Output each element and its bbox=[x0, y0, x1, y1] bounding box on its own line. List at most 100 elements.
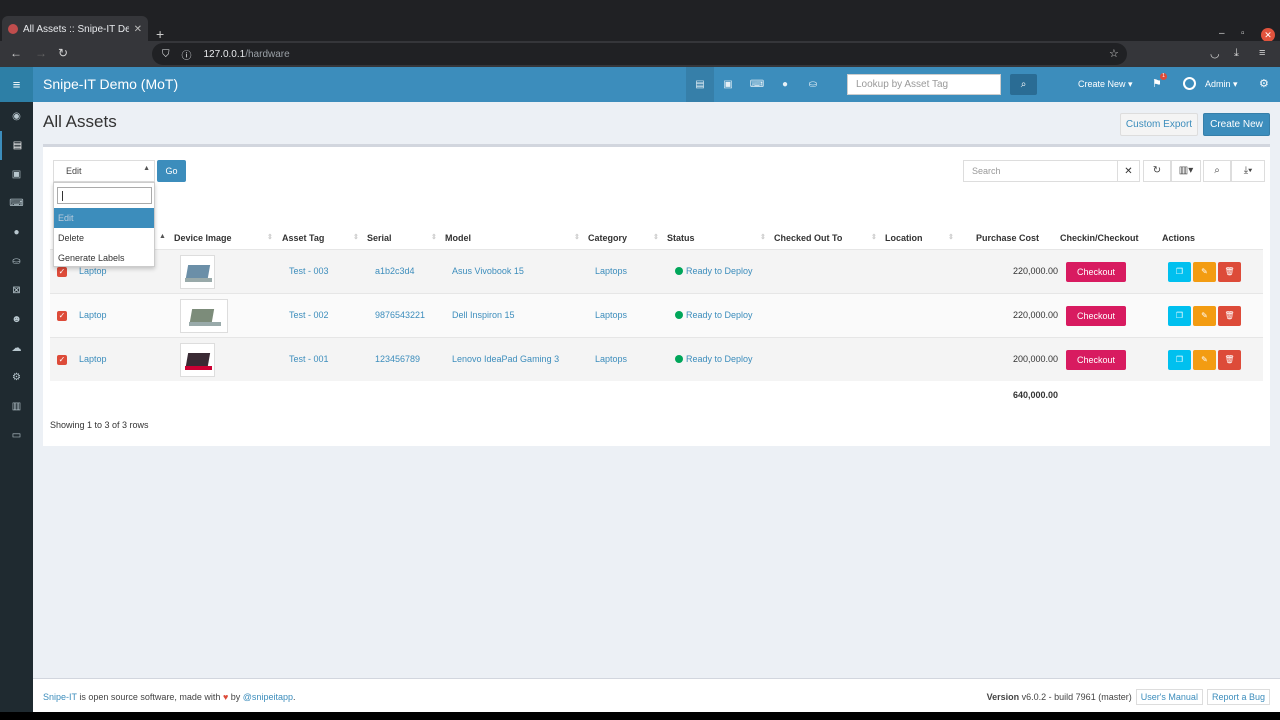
back-icon[interactable]: ← bbox=[10, 46, 22, 60]
accessories-icon[interactable]: ⌨ bbox=[0, 189, 33, 218]
edit-pencil-icon[interactable]: ✎ bbox=[1193, 350, 1216, 370]
window-close-icon[interactable]: ✕ bbox=[1261, 28, 1275, 42]
export-download-icon[interactable]: ⤓▾ bbox=[1231, 160, 1265, 182]
snipeit-link[interactable]: Snipe-IT bbox=[43, 692, 77, 702]
col-location[interactable]: Location bbox=[885, 233, 923, 243]
device-image[interactable] bbox=[180, 343, 215, 377]
sort-asc-icon[interactable]: ▲ bbox=[159, 233, 166, 240]
clone-icon[interactable]: ❐ bbox=[1168, 306, 1191, 326]
admin-settings-icon[interactable]: ⚙ bbox=[1259, 77, 1269, 90]
col-model[interactable]: Model bbox=[445, 233, 471, 243]
sort-icon[interactable]: ⇕ bbox=[653, 233, 659, 241]
dropdown-option-edit[interactable]: Edit bbox=[54, 208, 154, 228]
users-manual-link[interactable]: User's Manual bbox=[1135, 689, 1203, 705]
col-status[interactable]: Status bbox=[667, 233, 695, 243]
nav-accessories-icon[interactable]: ⌨ bbox=[743, 67, 771, 102]
serial-link[interactable]: 123456789 bbox=[375, 354, 420, 364]
sort-icon[interactable]: ⇕ bbox=[574, 233, 580, 241]
import-icon[interactable]: ☁ bbox=[0, 334, 33, 363]
category-link[interactable]: Laptops bbox=[595, 310, 627, 320]
create-new-button[interactable]: Create New bbox=[1203, 113, 1270, 136]
columns-toggle-icon[interactable]: ▥▾ bbox=[1171, 160, 1201, 182]
col-asset-tag[interactable]: Asset Tag bbox=[282, 233, 324, 243]
model-link[interactable]: Lenovo IdeaPad Gaming 3 bbox=[452, 354, 559, 364]
lookup-search-button[interactable]: ⌕ bbox=[1010, 74, 1037, 95]
col-checked-out-to[interactable]: Checked Out To bbox=[774, 233, 842, 243]
page-info-icon[interactable]: ⓘ bbox=[182, 47, 192, 62]
advanced-search-icon[interactable]: ⌕ bbox=[1203, 160, 1231, 182]
kits-icon[interactable]: ⊠ bbox=[0, 276, 33, 305]
row-checkbox[interactable]: ✓ bbox=[57, 267, 67, 277]
sort-icon[interactable]: ⇕ bbox=[353, 233, 359, 241]
asset-name-link[interactable]: Laptop bbox=[79, 310, 107, 320]
components-icon[interactable]: ⛀ bbox=[0, 247, 33, 276]
consumables-icon[interactable]: ● bbox=[0, 218, 33, 247]
serial-link[interactable]: 9876543221 bbox=[375, 310, 425, 320]
clone-icon[interactable]: ❐ bbox=[1168, 262, 1191, 282]
browser-tab[interactable]: All Assets :: Snipe-IT Dem ✕ bbox=[2, 16, 148, 42]
col-category[interactable]: Category bbox=[588, 233, 627, 243]
alerts-flag-icon[interactable]: ⚑ 1 bbox=[1152, 73, 1167, 90]
maximize-icon[interactable]: ▫ bbox=[1241, 28, 1245, 39]
asset-tag-link[interactable]: Test - 002 bbox=[289, 310, 329, 320]
dropdown-search-input[interactable] bbox=[57, 187, 152, 204]
url-bar[interactable]: ⛉ ⓘ 127.0.0.1/hardware bbox=[152, 43, 1127, 65]
user-menu[interactable]: Admin ▾ bbox=[1205, 79, 1238, 90]
sort-icon[interactable]: ⇕ bbox=[760, 233, 766, 241]
edit-pencil-icon[interactable]: ✎ bbox=[1193, 306, 1216, 326]
bulk-action-select[interactable]: Edit ▲ bbox=[53, 160, 155, 182]
report-bug-link[interactable]: Report a Bug bbox=[1206, 689, 1270, 705]
col-serial[interactable]: Serial bbox=[367, 233, 392, 243]
asset-name-link[interactable]: Laptop bbox=[79, 354, 107, 364]
table-search-input[interactable]: Search bbox=[963, 160, 1118, 182]
row-checkbox[interactable]: ✓ bbox=[57, 311, 67, 321]
bookmark-star-icon[interactable]: ☆ bbox=[1109, 47, 1119, 60]
model-link[interactable]: Dell Inspiron 15 bbox=[452, 310, 515, 320]
settings-icon[interactable]: ⚙ bbox=[0, 363, 33, 392]
delete-trash-icon[interactable]: 🗑 bbox=[1218, 350, 1241, 370]
pocket-icon[interactable]: ◡ bbox=[1210, 47, 1220, 60]
close-tab-icon[interactable]: ✕ bbox=[134, 24, 142, 35]
col-device-image[interactable]: Device Image bbox=[174, 233, 232, 243]
bulk-go-button[interactable]: Go bbox=[157, 160, 186, 182]
people-icon[interactable]: ☻ bbox=[0, 305, 33, 334]
nav-licenses-icon[interactable]: ▣ bbox=[714, 67, 742, 102]
reload-icon[interactable]: ↻ bbox=[58, 46, 68, 60]
delete-trash-icon[interactable]: 🗑 bbox=[1218, 306, 1241, 326]
sort-icon[interactable]: ⇕ bbox=[871, 233, 877, 241]
licenses-icon[interactable]: ▣ bbox=[0, 160, 33, 189]
model-link[interactable]: Asus Vivobook 15 bbox=[452, 266, 524, 276]
reports-icon[interactable]: ▥ bbox=[0, 392, 33, 421]
assets-icon[interactable]: ▤ bbox=[0, 131, 33, 160]
forward-icon[interactable]: → bbox=[35, 46, 47, 60]
download-icon[interactable]: ⤓ bbox=[1234, 47, 1239, 60]
lookup-asset-tag-input[interactable]: Lookup by Asset Tag bbox=[847, 74, 1001, 95]
sort-icon[interactable]: ⇕ bbox=[267, 233, 273, 241]
asset-tag-link[interactable]: Test - 003 bbox=[289, 266, 329, 276]
requestable-icon[interactable]: ▭ bbox=[0, 421, 33, 450]
dropdown-option-generate-labels[interactable]: Generate Labels bbox=[54, 248, 154, 268]
col-purchase-cost[interactable]: Purchase Cost bbox=[976, 233, 1039, 243]
delete-trash-icon[interactable]: 🗑 bbox=[1218, 262, 1241, 282]
menu-icon[interactable]: ≡ bbox=[1259, 47, 1265, 59]
serial-link[interactable]: a1b2c3d4 bbox=[375, 266, 415, 276]
clear-search-icon[interactable]: ✕ bbox=[1118, 160, 1140, 182]
checkout-button[interactable]: Checkout bbox=[1066, 306, 1126, 326]
row-checkbox[interactable]: ✓ bbox=[57, 355, 67, 365]
minimize-icon[interactable]: – bbox=[1219, 28, 1225, 39]
create-new-dropdown[interactable]: Create New ▾ bbox=[1078, 79, 1133, 90]
checkout-button[interactable]: Checkout bbox=[1066, 350, 1126, 370]
category-link[interactable]: Laptops bbox=[595, 354, 627, 364]
device-image[interactable] bbox=[180, 299, 228, 333]
nav-assets-icon[interactable]: ▤ bbox=[686, 67, 714, 102]
author-link[interactable]: @snipeitapp bbox=[243, 692, 293, 702]
custom-export-button[interactable]: Custom Export bbox=[1120, 113, 1198, 136]
asset-tag-link[interactable]: Test - 001 bbox=[289, 354, 329, 364]
sidebar-toggle-icon[interactable]: ≡ bbox=[0, 67, 33, 102]
category-link[interactable]: Laptops bbox=[595, 266, 627, 276]
status-label[interactable]: Ready to Deploy bbox=[675, 310, 753, 320]
status-label[interactable]: Ready to Deploy bbox=[675, 354, 753, 364]
refresh-icon[interactable]: ↻ bbox=[1143, 160, 1171, 182]
clone-icon[interactable]: ❐ bbox=[1168, 350, 1191, 370]
checkout-button[interactable]: Checkout bbox=[1066, 262, 1126, 282]
